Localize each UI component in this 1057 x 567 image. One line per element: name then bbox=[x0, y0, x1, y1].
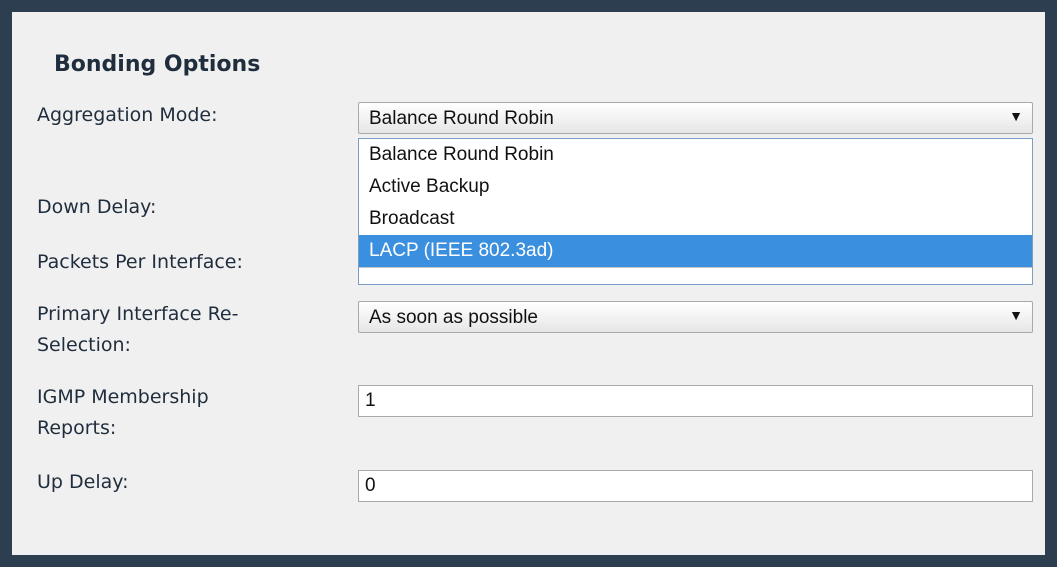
primary-reselection-value: As soon as possible bbox=[369, 307, 538, 328]
primary-reselection-label-line1: Primary Interface Re- bbox=[37, 303, 239, 325]
obscured-input-edge bbox=[359, 267, 1032, 284]
down-delay-label: Down Delay: bbox=[37, 196, 157, 218]
chevron-down-icon: ▼ bbox=[1009, 108, 1023, 124]
up-delay-label: Up Delay: bbox=[37, 471, 129, 493]
igmp-reports-label: IGMP Membership Reports: bbox=[37, 382, 209, 444]
option-broadcast[interactable]: Broadcast bbox=[359, 203, 1032, 235]
chevron-down-icon: ▼ bbox=[1009, 307, 1023, 323]
option-active-backup[interactable]: Active Backup bbox=[359, 171, 1032, 203]
section-title: Bonding Options bbox=[54, 52, 261, 77]
aggregation-mode-dropdown[interactable]: Balance Round Robin Active Backup Broadc… bbox=[358, 138, 1033, 285]
primary-reselection-label: Primary Interface Re- Selection: bbox=[37, 299, 238, 361]
igmp-reports-label-line1: IGMP Membership bbox=[37, 386, 209, 408]
primary-reselection-select[interactable]: As soon as possible ▼ bbox=[358, 301, 1033, 333]
option-lacp[interactable]: LACP (IEEE 802.3ad) bbox=[359, 235, 1032, 267]
option-balance-round-robin[interactable]: Balance Round Robin bbox=[359, 139, 1032, 171]
aggregation-mode-select[interactable]: Balance Round Robin ▼ bbox=[358, 102, 1033, 134]
up-delay-input[interactable]: 0 bbox=[358, 470, 1033, 502]
packets-per-interface-label: Packets Per Interface: bbox=[37, 251, 243, 273]
aggregation-mode-label: Aggregation Mode: bbox=[37, 104, 218, 126]
igmp-reports-input[interactable]: 1 bbox=[358, 385, 1033, 417]
primary-reselection-label-line2: Selection: bbox=[37, 334, 131, 356]
bonding-options-panel: Bonding Options Aggregation Mode: Balanc… bbox=[12, 12, 1045, 555]
igmp-reports-label-line2: Reports: bbox=[37, 417, 117, 439]
aggregation-mode-value: Balance Round Robin bbox=[369, 108, 554, 129]
